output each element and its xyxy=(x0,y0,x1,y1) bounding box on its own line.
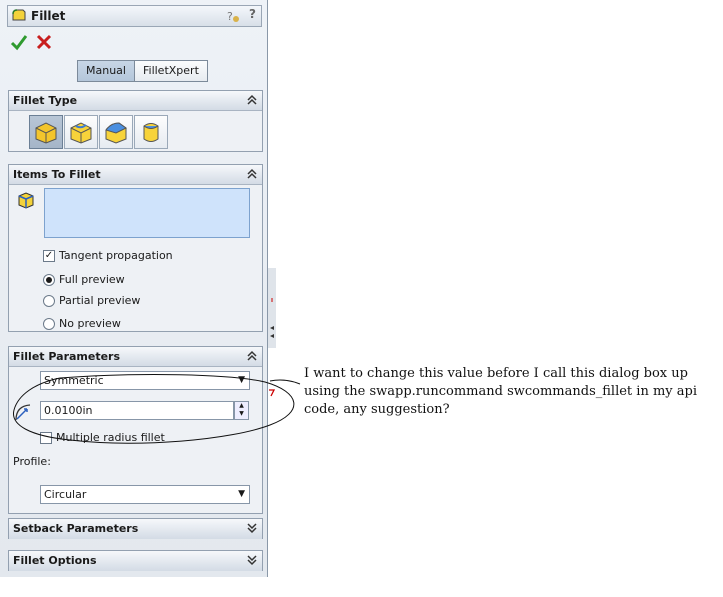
radius-icon xyxy=(15,404,31,421)
multiple-radius-checkbox[interactable] xyxy=(40,431,52,444)
fillet-parameters-group: Fillet Parameters Symmetric ▼ 0.0100in ▲… xyxy=(8,346,263,514)
partial-preview-radio[interactable] xyxy=(43,294,55,307)
collapse-icon[interactable] xyxy=(246,350,258,362)
fillet-method-select[interactable]: Symmetric ▼ xyxy=(40,371,250,390)
fillet-parameters-header[interactable]: Fillet Parameters xyxy=(9,347,262,367)
no-preview-label: No preview xyxy=(59,317,121,330)
expand-icon[interactable] xyxy=(246,554,258,566)
face-fillet-button[interactable] xyxy=(99,115,133,149)
ok-button[interactable] xyxy=(10,33,28,51)
multiple-radius-label: Multiple radius fillet xyxy=(56,431,165,444)
collapse-icon[interactable] xyxy=(246,168,258,180)
fillet-type-title: Fillet Type xyxy=(13,94,78,107)
variable-radius-button[interactable] xyxy=(64,115,98,149)
help-icon[interactable]: ? xyxy=(225,8,241,24)
fillet-property-manager: Fillet ? ? Manual FilletXpert Fillet Typ… xyxy=(0,0,268,577)
chevron-down-icon: ▼ xyxy=(238,375,245,385)
edge-selection-icon xyxy=(18,192,34,209)
setback-parameters-group: Setback Parameters xyxy=(8,518,263,539)
partial-preview-option[interactable]: Partial preview xyxy=(43,294,140,307)
svg-text:?: ? xyxy=(227,10,233,23)
spin-up-icon[interactable]: ▲ xyxy=(235,402,248,410)
fillet-type-header[interactable]: Fillet Type xyxy=(9,91,262,111)
fillet-options-group: Fillet Options xyxy=(8,550,263,571)
items-to-fillet-header[interactable]: Items To Fillet xyxy=(9,165,262,185)
full-round-button[interactable] xyxy=(134,115,168,149)
items-to-fillet-group: Items To Fillet ✓ Tangent propagation Fu… xyxy=(8,164,263,332)
radius-spinner[interactable]: ▲ ▼ xyxy=(234,401,249,420)
variable-radius-icon xyxy=(70,122,92,144)
fillet-method-value: Symmetric xyxy=(44,374,104,387)
expand-icon[interactable] xyxy=(246,522,258,534)
setback-parameters-header[interactable]: Setback Parameters xyxy=(9,519,262,539)
profile-select[interactable]: Circular ▼ xyxy=(40,485,250,504)
mode-tabs: Manual FilletXpert xyxy=(77,60,208,82)
profile-label: Profile: xyxy=(13,455,51,468)
chevron-down-icon: ▼ xyxy=(238,489,245,499)
collapse-icon[interactable] xyxy=(246,94,258,106)
full-preview-option[interactable]: Full preview xyxy=(43,273,125,286)
full-round-icon xyxy=(143,123,159,142)
tab-filletxpert[interactable]: FilletXpert xyxy=(134,60,208,82)
fillet-options-header[interactable]: Fillet Options xyxy=(9,551,262,571)
no-preview-radio[interactable] xyxy=(43,317,55,330)
panel-title-bar: Fillet ? ? xyxy=(7,5,262,27)
full-preview-label: Full preview xyxy=(59,273,125,286)
items-selection-box[interactable] xyxy=(44,188,250,238)
constant-radius-icon xyxy=(35,122,57,144)
tangent-propagation-checkbox[interactable]: ✓ xyxy=(43,249,55,262)
panel-splitter[interactable] xyxy=(268,268,276,348)
profile-value: Circular xyxy=(44,488,87,501)
fillet-options-title: Fillet Options xyxy=(13,554,97,567)
question-icon[interactable]: ? xyxy=(249,7,256,21)
face-fillet-icon xyxy=(105,122,127,144)
full-preview-radio[interactable] xyxy=(43,273,55,286)
setback-parameters-title: Setback Parameters xyxy=(13,522,139,535)
no-preview-option[interactable]: No preview xyxy=(43,317,121,330)
tangent-propagation-option[interactable]: ✓ Tangent propagation xyxy=(43,249,173,262)
multiple-radius-option[interactable]: Multiple radius fillet xyxy=(40,431,165,444)
fillet-icon xyxy=(12,9,26,21)
fillet-parameters-title: Fillet Parameters xyxy=(13,350,121,363)
items-to-fillet-title: Items To Fillet xyxy=(13,168,101,181)
tangent-propagation-label: Tangent propagation xyxy=(59,249,173,262)
fillet-type-group: Fillet Type xyxy=(8,90,263,152)
graphics-area-edge xyxy=(269,389,276,397)
partial-preview-label: Partial preview xyxy=(59,294,141,307)
radius-input[interactable]: 0.0100in xyxy=(40,401,234,420)
cancel-button[interactable] xyxy=(35,33,53,51)
tab-manual[interactable]: Manual xyxy=(77,60,135,82)
spin-down-icon[interactable]: ▼ xyxy=(235,410,248,418)
panel-title: Fillet xyxy=(31,9,66,23)
annotation-note: I want to change this value before I cal… xyxy=(304,366,697,417)
fillet-type-buttons xyxy=(29,115,168,149)
constant-radius-button[interactable] xyxy=(29,115,63,149)
